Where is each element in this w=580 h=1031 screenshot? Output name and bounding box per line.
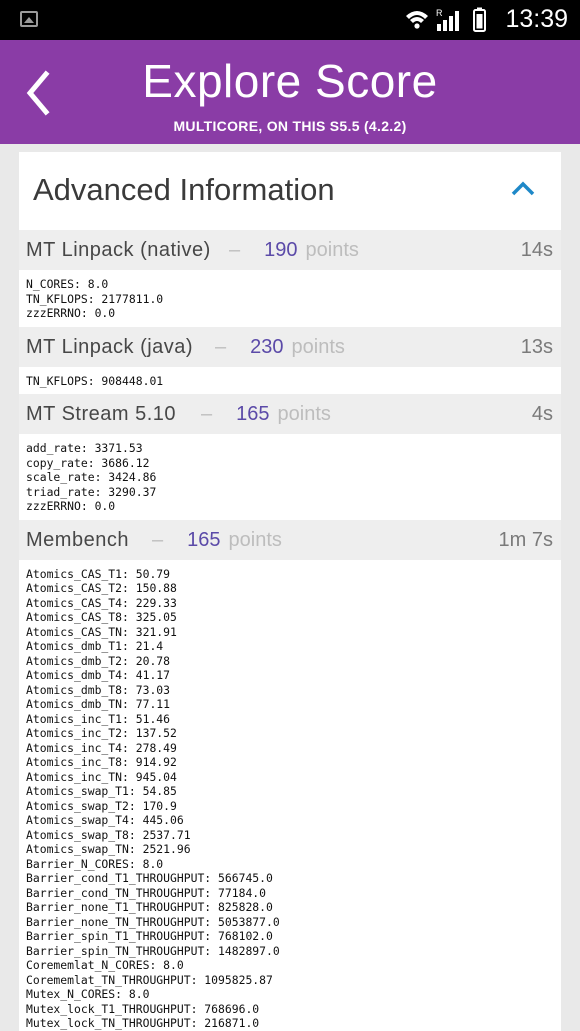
section-header: MT Stream 5.10 – 165 points 4s: [19, 394, 561, 434]
detail-line: Mutex_N_CORES: 8.0: [26, 987, 150, 1001]
detail-line: Barrier_spin_TN_THROUGHPUT: 1482897.0: [26, 943, 280, 958]
status-icons: R: [406, 7, 486, 32]
detail-line: Atomics_dmb_TN: 77.11: [26, 697, 171, 711]
section-score: – 165 points: [201, 403, 331, 426]
detail-line: Atomics_swap_T8: 2537.71: [26, 827, 191, 842]
detail-line: scale_rate: 3424.86: [26, 470, 157, 484]
detail-line: Atomics_CAS_T2: 150.88: [26, 581, 177, 595]
section-details: add_rate: 3371.53 copy_rate: 3686.12 scale…: [19, 434, 561, 520]
detail-line: Atomics_inc_T2: 137.52: [26, 726, 177, 740]
section-duration: 1m 7s: [498, 528, 553, 551]
section-name: MT Stream 5.10: [26, 403, 177, 425]
signal-icon: R: [436, 8, 459, 31]
detail-line: Barrier_none_TN_THROUGHPUT: 5053877.0: [26, 914, 280, 929]
page-subtitle: MULTICORE, ON THIS S5.5 (4.2.2): [173, 118, 407, 134]
section-header: MT Linpack (native) – 190 points 14s: [19, 230, 561, 270]
section-name: MT Linpack (native): [26, 239, 211, 261]
detail-line: Atomics_inc_T4: 278.49: [26, 740, 177, 755]
detail-line: Atomics_swap_T2: 170.9: [26, 798, 177, 813]
detail-line: add_rate: 3371.53: [26, 441, 143, 455]
detail-line: Mutex_lock_T1_THROUGHPUT: 768696.0: [26, 1001, 260, 1016]
section-mt-stream: MT Stream 5.10 – 165 points 4s add_rate: 3…: [19, 394, 561, 520]
section-details: N_CORES: 8.0 TN_KFLOPS: 2177811.0 zzzERRNO…: [19, 270, 561, 327]
dash: –: [201, 403, 213, 425]
dash: –: [152, 528, 164, 551]
battery-icon: [473, 7, 486, 32]
section-details: TN_KFLOPS: 908448.01: [19, 367, 561, 395]
detail-line: Atomics_swap_T1: 54.85: [26, 784, 177, 798]
section-header: MT Linpack (java) –230 points 13s: [19, 326, 561, 367]
detail-line: Barrier_spin_T1_THROUGHPUT: 768102.0: [26, 929, 273, 943]
section-mt-linpack-java: MT Linpack (java) –230 points 13s TN_KFLO…: [19, 326, 561, 395]
section-header: Membench –165 points 1m 7s: [19, 519, 561, 560]
detail-line: Atomics_dmb_T4: 41.17: [26, 668, 171, 682]
points-unit: points: [305, 239, 359, 261]
section-duration: 4s: [531, 403, 553, 425]
section-mt-linpack-native: MT Linpack (native) – 190 points 14s N_COR…: [19, 230, 561, 327]
detail-line: Barrier_none_T1_THROUGHPUT: 825828.0: [26, 900, 273, 914]
detail-line: Atomics_CAS_T4: 229.33: [26, 595, 177, 610]
detail-line: Corememlat_N_CORES: 8.0: [26, 958, 184, 972]
clock: 13:39: [505, 5, 568, 33]
page-title: Explore Score: [142, 55, 438, 107]
detail-line: Corememlat_TN_THROUGHPUT: 1095825.87: [26, 972, 273, 987]
roaming-label: R: [436, 8, 443, 18]
detail-line: Mutex_lock_TN_THROUGHPUT: 216871.0: [26, 1016, 260, 1030]
detail-line: zzzERRNO: 0.0: [26, 499, 116, 513]
detail-line: Atomics_CAS_TN: 321.91: [26, 624, 177, 639]
points-value: 165: [236, 403, 270, 425]
detail-line: Atomics_CAS_T1: 50.79: [26, 566, 171, 581]
card-header[interactable]: Advanced Information: [19, 152, 561, 230]
detail-line: Barrier_cond_TN_THROUGHPUT: 77184.0: [26, 885, 267, 900]
section-name: MT Linpack (java): [26, 335, 194, 358]
detail-line: triad_rate: 3290.37: [26, 484, 157, 499]
detail-line: Atomics_dmb_T1: 21.4: [26, 639, 164, 653]
detail-line: Barrier_N_CORES: 8.0: [26, 856, 164, 871]
dash: –: [215, 335, 227, 358]
detail-line: Atomics_inc_T1: 51.46: [26, 711, 171, 726]
status-bar: R 13:39: [0, 0, 580, 40]
detail-line: Atomics_CAS_T8: 325.05: [26, 610, 177, 624]
wifi-icon: [406, 11, 428, 29]
chevron-up-icon[interactable]: [509, 178, 537, 200]
app-bar: Explore Score MULTICORE, ON THIS S5.5 (4…: [0, 40, 580, 144]
section-score: –165 points: [152, 529, 282, 552]
section-score: –230 points: [215, 336, 345, 359]
section-membench: Membench –165 points 1m 7s Atomics_CAS_T1…: [19, 519, 561, 1031]
detail-line: Atomics_dmb_T2: 20.78: [26, 653, 171, 668]
points-value: 190: [264, 239, 298, 261]
detail-line: zzzERRNO: 0.0: [26, 306, 116, 320]
detail-line: Atomics_inc_T8: 914.92: [26, 755, 177, 769]
gallery-icon: [20, 11, 38, 27]
points-value: 165: [187, 528, 221, 551]
points-unit: points: [228, 528, 282, 551]
detail-line: TN_KFLOPS: 2177811.0: [26, 291, 164, 306]
section-duration: 14s: [520, 239, 553, 261]
detail-line: Atomics_swap_TN: 2521.96: [26, 842, 191, 856]
section-details: Atomics_CAS_T1: 50.79 Atomics_CAS_T2: 150…: [19, 560, 561, 1031]
section-duration: 13s: [520, 335, 553, 358]
detail-line: Atomics_dmb_T8: 73.03: [26, 682, 171, 697]
detail-line: Barrier_cond_T1_THROUGHPUT: 566745.0: [26, 871, 273, 885]
section-score: – 190 points: [229, 239, 359, 262]
points-unit: points: [291, 335, 345, 358]
detail-line: Atomics_inc_TN: 945.04: [26, 769, 177, 784]
advanced-info-card: Advanced Information MT Linpack (native)…: [19, 152, 561, 1031]
detail-line: TN_KFLOPS: 908448.01: [26, 373, 164, 388]
card-title: Advanced Information: [33, 172, 335, 207]
section-name: Membench: [26, 528, 129, 551]
detail-line: N_CORES: 8.0: [26, 277, 109, 291]
detail-line: Atomics_swap_T4: 445.06: [26, 813, 184, 827]
dash: –: [229, 239, 241, 261]
detail-line: copy_rate: 3686.12: [26, 455, 150, 470]
points-unit: points: [277, 403, 331, 425]
points-value: 230: [250, 335, 284, 358]
